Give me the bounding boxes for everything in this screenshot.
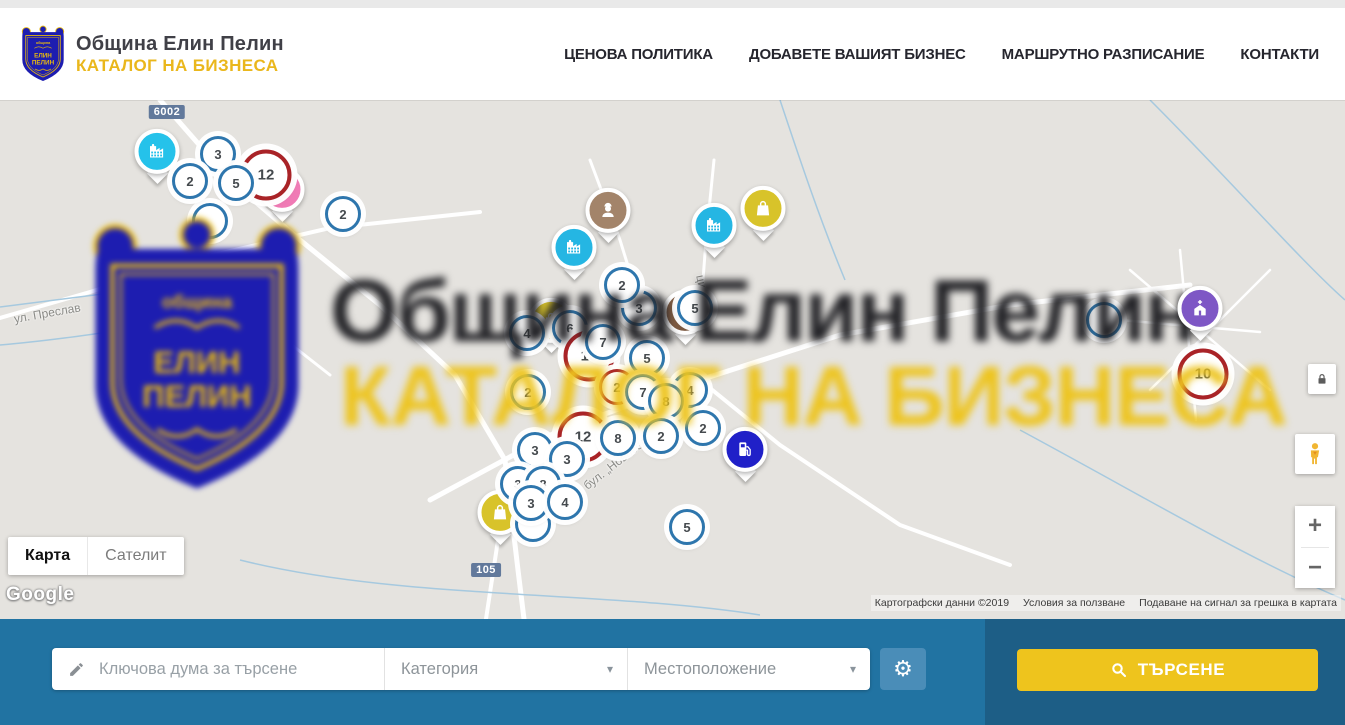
pencil-icon bbox=[68, 661, 85, 678]
cluster-marker[interactable]: 8 bbox=[648, 383, 684, 419]
keyword-field[interactable] bbox=[52, 648, 384, 690]
category-select[interactable]: Категория ▾ bbox=[384, 648, 627, 690]
pin-factory[interactable] bbox=[692, 203, 737, 248]
search-fields: Категория ▾ Местоположение ▾ bbox=[52, 648, 870, 690]
cluster-marker[interactable]: 10 bbox=[1178, 349, 1229, 400]
map-type-satellite-button[interactable]: Сателит bbox=[87, 537, 183, 575]
google-logo[interactable]: Google bbox=[6, 584, 74, 606]
category-select-value: Категория bbox=[401, 660, 478, 679]
zoom-in-button[interactable]: + bbox=[1295, 506, 1335, 547]
pin-factory[interactable] bbox=[135, 129, 180, 174]
road-badge: 105 bbox=[471, 563, 501, 577]
nav-route-schedule[interactable]: МАРШРУТНО РАЗПИСАНИЕ bbox=[1002, 46, 1205, 63]
road-badge: 6002 bbox=[149, 105, 185, 119]
nav-contacts[interactable]: КОНТАКТИ bbox=[1240, 46, 1319, 63]
brand-subtitle: КАТАЛОГ НА БИЗНЕСА bbox=[76, 56, 284, 76]
zoom-out-button[interactable]: − bbox=[1295, 548, 1335, 589]
lock-icon bbox=[1315, 371, 1329, 387]
cluster-marker[interactable]: 5 bbox=[669, 509, 705, 545]
search-button[interactable]: ТЪРСЕНЕ bbox=[1017, 649, 1318, 691]
pegman-button[interactable] bbox=[1295, 434, 1335, 474]
pin-fuel[interactable] bbox=[723, 427, 768, 472]
brand[interactable]: Община Елин Пелин КАТАЛОГ НА БИЗНЕСА bbox=[20, 25, 284, 83]
page-top-strip bbox=[0, 0, 1345, 8]
pin-factory[interactable] bbox=[552, 225, 597, 270]
location-select[interactable]: Местоположение ▾ bbox=[627, 648, 870, 690]
zoom-control: + − bbox=[1295, 506, 1335, 588]
cluster-marker[interactable]: 2 bbox=[685, 410, 721, 446]
gear-icon: ⚙ bbox=[893, 656, 913, 682]
map-type-map-button[interactable]: Карта bbox=[8, 537, 87, 575]
map-type-control: Карта Сателит bbox=[8, 537, 184, 575]
cluster-marker[interactable]: 5 bbox=[218, 165, 254, 201]
keyword-input[interactable] bbox=[97, 659, 374, 680]
cluster-marker[interactable]: 4 bbox=[509, 315, 545, 351]
map-attribution: Картографски данни ©2019 Условия за полз… bbox=[871, 595, 1341, 611]
cluster-marker[interactable]: 2 bbox=[325, 196, 361, 232]
nav-pricing-policy[interactable]: ЦЕНОВА ПОЛИТИКА bbox=[564, 46, 713, 63]
cluster-marker[interactable]: 5 bbox=[677, 290, 713, 326]
cluster-marker[interactable]: 4 bbox=[547, 484, 583, 520]
pegman-icon bbox=[1304, 441, 1326, 467]
cluster-marker[interactable]: 2 bbox=[172, 163, 208, 199]
header: Община Елин Пелин КАТАЛОГ НА БИЗНЕСА ЦЕН… bbox=[0, 8, 1345, 100]
cluster-marker[interactable]: 2 bbox=[604, 267, 640, 303]
brand-title: Община Елин Пелин bbox=[76, 33, 284, 56]
cluster-marker[interactable]: 3 bbox=[517, 432, 553, 468]
cluster-marker[interactable] bbox=[1086, 302, 1122, 338]
attribution-copyright: Картографски данни ©2019 bbox=[875, 597, 1009, 609]
cluster-marker[interactable]: 7 bbox=[585, 324, 621, 360]
attribution-terms-link[interactable]: Условия за ползване bbox=[1023, 597, 1125, 609]
cluster-marker[interactable]: 2 bbox=[510, 374, 546, 410]
chevron-down-icon: ▾ bbox=[607, 662, 613, 676]
chevron-down-icon: ▾ bbox=[850, 662, 856, 676]
location-select-value: Местоположение bbox=[644, 660, 776, 679]
search-button-label: ТЪРСЕНЕ bbox=[1138, 660, 1226, 680]
cluster-marker[interactable]: 2 bbox=[643, 418, 679, 454]
municipality-logo-icon bbox=[20, 25, 66, 83]
cluster-marker[interactable]: 8 bbox=[600, 420, 636, 456]
cluster-marker[interactable]: 3 bbox=[513, 485, 549, 521]
lock-button[interactable] bbox=[1308, 364, 1336, 394]
advanced-settings-button[interactable]: ⚙ bbox=[880, 648, 926, 690]
search-bar: Категория ▾ Местоположение ▾ ⚙ ТЪРСЕНЕ bbox=[0, 619, 1345, 725]
pin-church[interactable] bbox=[1178, 286, 1223, 331]
pin-bag[interactable] bbox=[741, 186, 786, 231]
map-canvas[interactable]: 6002105ул. Преславбул. „Новоселции“ ✂ 12… bbox=[0, 100, 1345, 619]
nav-add-your-business[interactable]: ДОБАВЕТЕ ВАШИЯТ БИЗНЕС bbox=[749, 46, 966, 63]
search-icon bbox=[1110, 661, 1128, 679]
cluster-marker[interactable]: 5 bbox=[629, 340, 665, 376]
cluster-marker[interactable] bbox=[192, 203, 228, 239]
main-nav: ЦЕНОВА ПОЛИТИКА ДОБАВЕТЕ ВАШИЯТ БИЗНЕС М… bbox=[564, 46, 1319, 63]
attribution-report-link[interactable]: Подаване на сигнал за грешка в картата bbox=[1139, 597, 1337, 609]
